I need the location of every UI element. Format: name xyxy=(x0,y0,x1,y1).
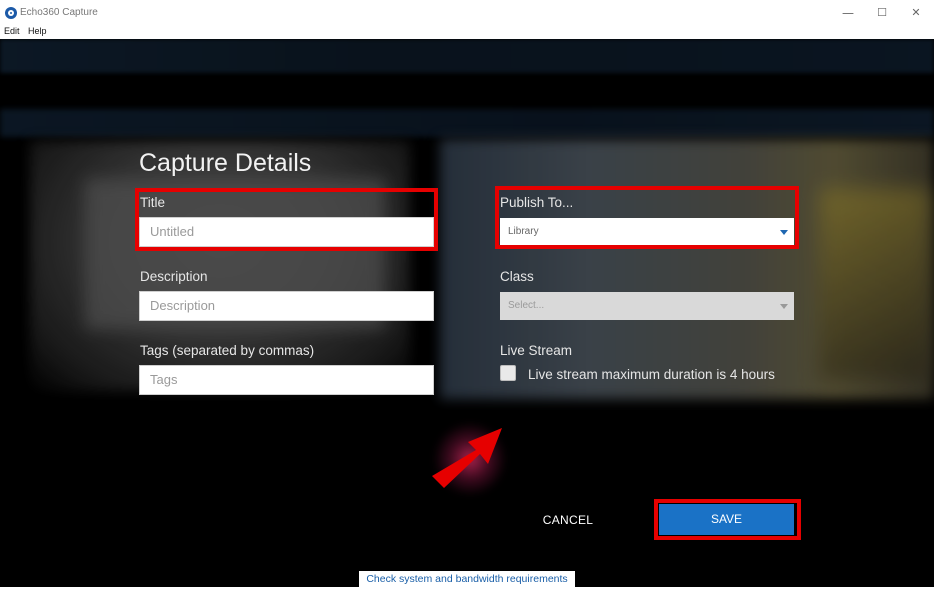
live-stream-checkbox-label[interactable]: Live stream maximum duration is 4 hours xyxy=(528,367,775,382)
save-highlight-box xyxy=(654,499,801,540)
tags-input[interactable]: Tags xyxy=(139,365,434,395)
title-highlight-box xyxy=(135,188,438,251)
menu-edit[interactable]: Edit xyxy=(4,26,20,36)
class-label: Class xyxy=(500,269,534,284)
tags-label: Tags (separated by commas) xyxy=(140,343,315,358)
window-title: Echo360 Capture xyxy=(20,7,98,18)
live-stream-checkbox[interactable] xyxy=(500,365,516,381)
check-requirements-link[interactable]: Check system and bandwidth requirements xyxy=(359,571,575,587)
cancel-button[interactable]: CANCEL xyxy=(520,507,616,533)
class-value: Select... xyxy=(508,300,545,311)
capture-details-panel: Capture Details Title Untitled Descripti… xyxy=(0,39,934,587)
description-label: Description xyxy=(140,269,208,284)
close-button[interactable]: ✕ xyxy=(904,4,928,22)
class-select[interactable]: Select... xyxy=(500,292,794,320)
title-bar: Echo360 Capture — ☐ ✕ xyxy=(0,0,937,26)
publish-to-highlight-box xyxy=(495,186,799,249)
page-title: Capture Details xyxy=(139,149,312,177)
minimize-button[interactable]: — xyxy=(836,4,860,22)
description-input[interactable]: Description xyxy=(139,291,434,321)
annotation-arrow-icon xyxy=(432,428,502,488)
maximize-button[interactable]: ☐ xyxy=(870,4,894,22)
chevron-down-icon xyxy=(780,304,788,309)
live-stream-label: Live Stream xyxy=(500,343,573,358)
menu-bar: Edit Help xyxy=(0,26,937,39)
menu-help[interactable]: Help xyxy=(28,26,47,36)
echo360-logo-icon xyxy=(5,7,17,19)
app-window: Echo360 Capture — ☐ ✕ Edit Help Capture … xyxy=(0,0,937,590)
